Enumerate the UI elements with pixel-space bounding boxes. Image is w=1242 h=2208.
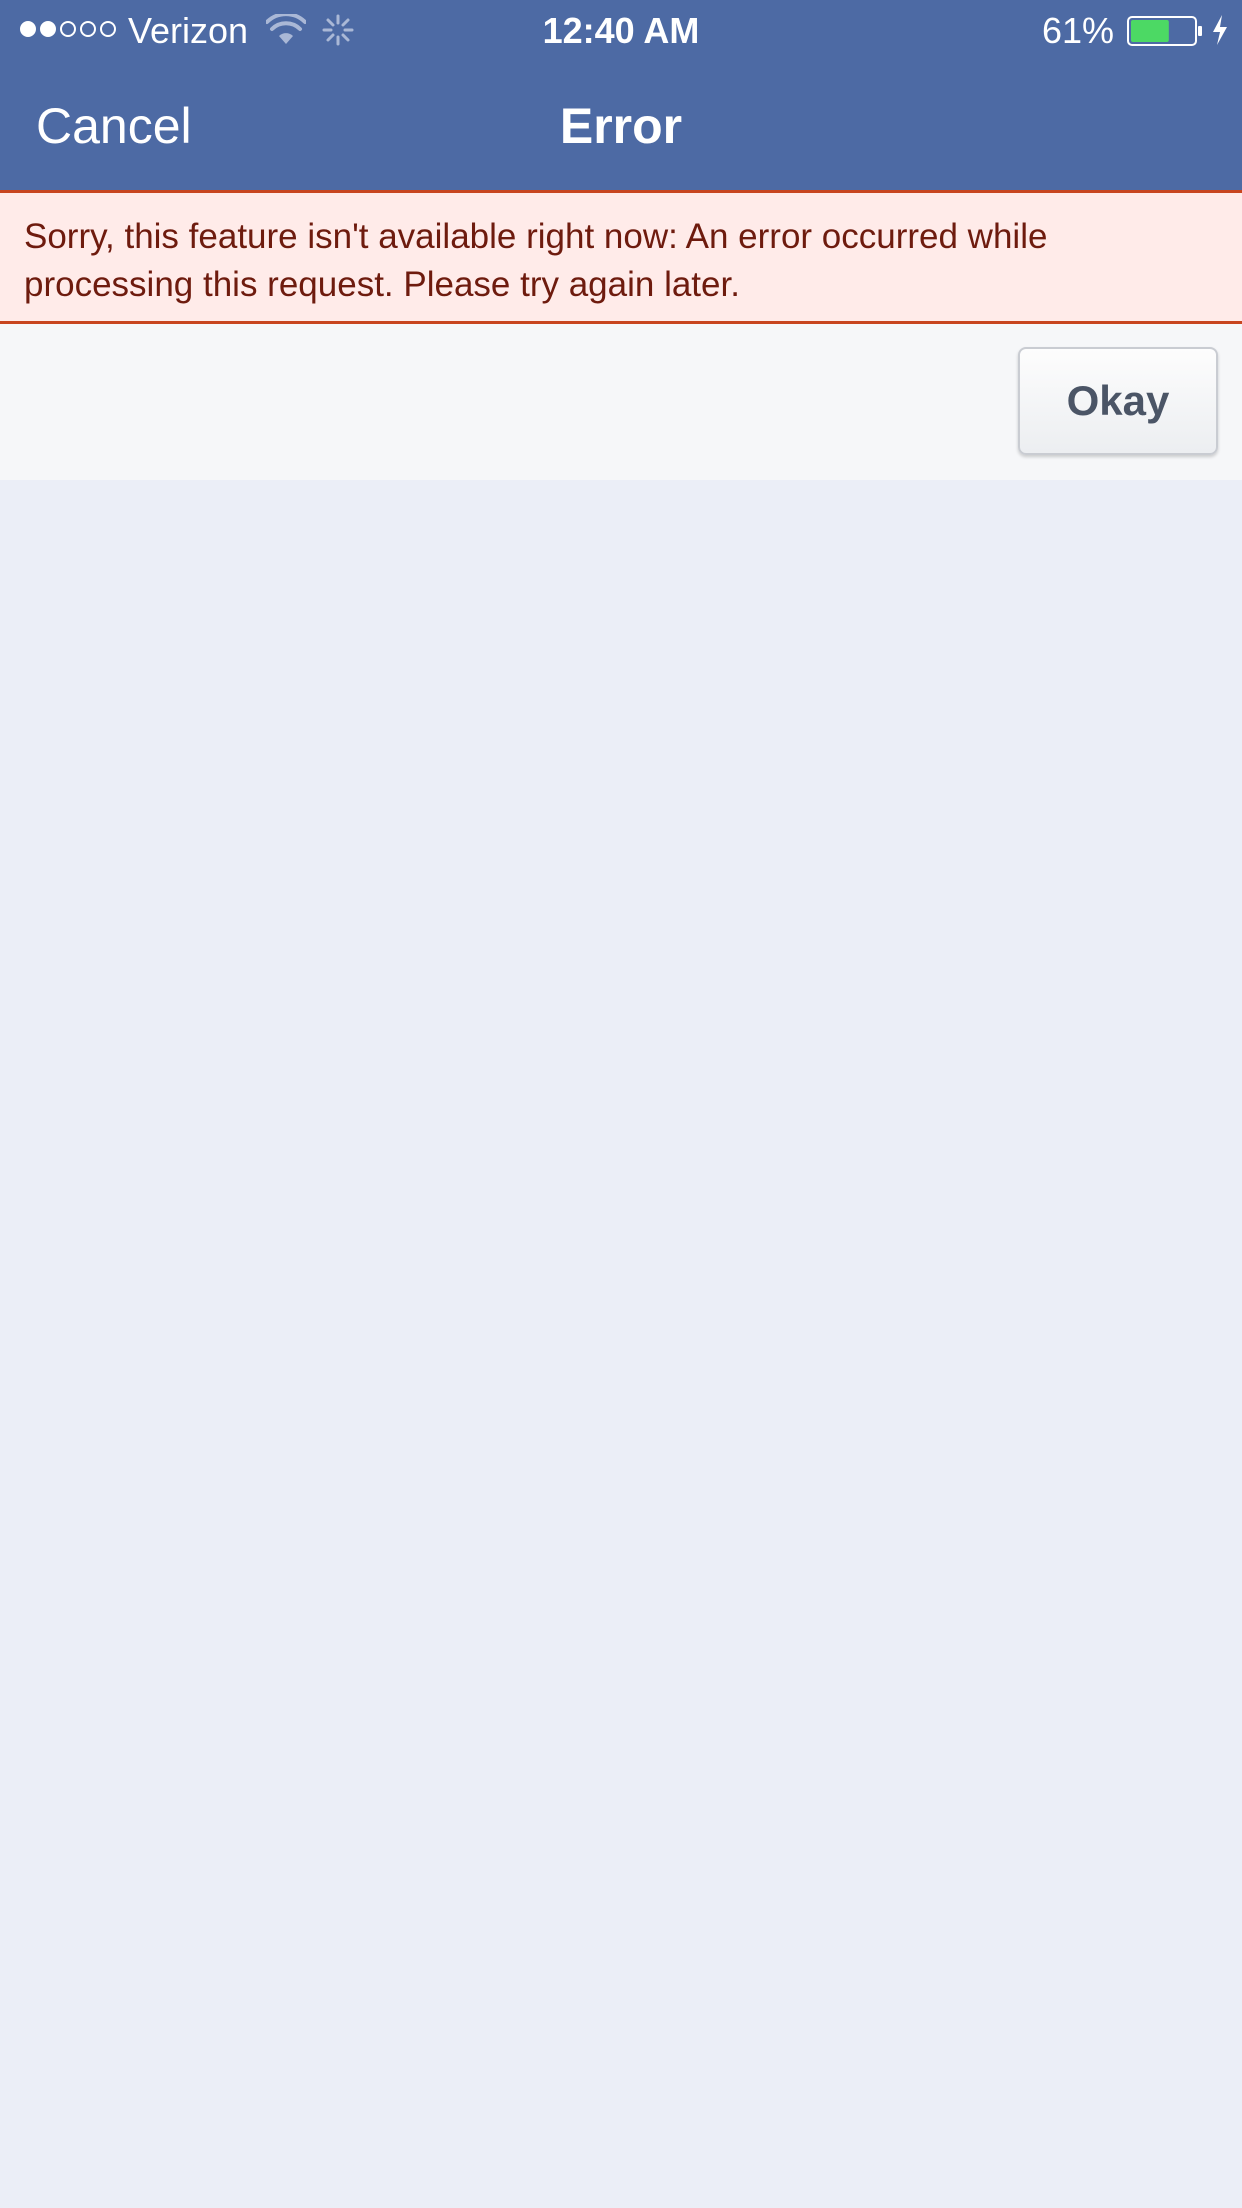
screen: Verizon 12:40 AM 61% Cancel Error Sorry,… (0, 0, 1242, 2208)
navigation-bar: Cancel Error (0, 62, 1242, 190)
cancel-button[interactable]: Cancel (36, 98, 192, 154)
okay-button[interactable]: Okay (1018, 347, 1218, 455)
error-message: Sorry, this feature isn't available righ… (24, 217, 1048, 304)
action-area: Okay (0, 324, 1242, 480)
lightning-bolt-icon (1213, 15, 1227, 45)
header: Verizon 12:40 AM 61% Cancel Error (0, 0, 1242, 192)
battery-icon (1127, 16, 1202, 46)
error-banner: Sorry, this feature isn't available righ… (0, 190, 1242, 324)
battery-percentage: 61% (1041, 10, 1114, 51)
status-bar: Verizon 12:40 AM 61% (0, 0, 1242, 62)
